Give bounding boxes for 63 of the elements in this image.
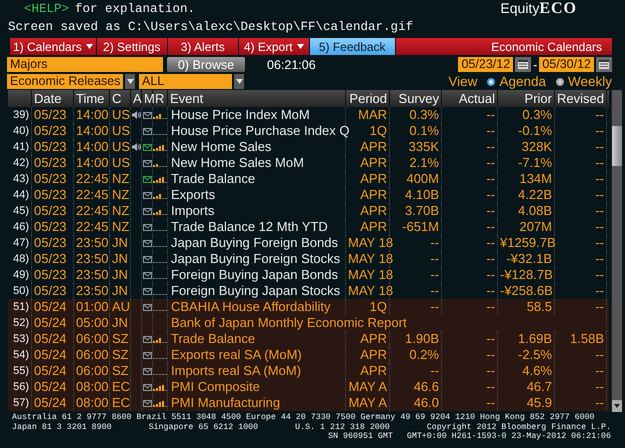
status-message: Screen saved as C:\Users\alexc\Desktop\FF\calendar.gif	[8, 20, 414, 34]
input-field[interactable]: Majors	[7, 57, 163, 72]
panel-title: Economic Calendars	[491, 40, 603, 54]
footer-text: SN 960951 GMT	[328, 432, 393, 442]
table-cell: --	[555, 395, 607, 411]
table-row[interactable]: 56) 05/24 08:00 EC PMI Composite MAY A 46.6 -- 46.7 --	[8, 379, 609, 395]
speaker-icon	[132, 111, 140, 119]
speaker-icon	[132, 143, 140, 151]
relevance-meter	[153, 114, 167, 119]
table-row[interactable]: 53) 05/24 06:00 SZ Trade Balance APR 1.90B -- 1.69B 1.58B	[8, 331, 609, 347]
feedback-button[interactable]: 5) Feedback	[310, 38, 395, 55]
table-cell: --	[442, 395, 498, 411]
scrollbar-thumb[interactable]	[612, 126, 622, 166]
table-cell: EC	[110, 395, 131, 411]
row-number: 57)	[8, 395, 32, 411]
product-name: ECO	[539, 0, 577, 18]
calendar-icon[interactable]	[515, 57, 532, 72]
calendar-icon[interactable]	[596, 57, 612, 72]
dropdown-field[interactable]: ALL	[139, 74, 232, 89]
date-separator: -	[533, 58, 538, 72]
clock-time: 06:21:06	[267, 58, 316, 72]
table-row[interactable]: 52) 05/24 05:00 JN Bank of Japan Monthly Economic Report	[8, 315, 609, 331]
relevance-meter	[153, 194, 167, 199]
table-row[interactable]: 55) 05/24 06:00 SZ Imports real SA (MoM) APR -- -- 4.6% --	[8, 363, 609, 379]
date-field[interactable]: 05/30/12	[539, 57, 594, 72]
menu-button[interactable]: 2) Settings	[96, 38, 167, 55]
event-name[interactable]: PMI Manufacturing	[168, 395, 346, 411]
table-row[interactable]: 54) 05/24 06:00 SZ Exports real SA (MoM) APR 0.2% -- -2.5% --	[8, 347, 609, 363]
footer-text: U.S. 1 212 318 2000	[295, 422, 390, 432]
relevance-meter	[153, 144, 167, 151]
view-label: View	[448, 74, 478, 89]
table-cell: MAY A	[346, 395, 390, 411]
relevance-meter	[153, 176, 167, 183]
footer-text: Copyright 2012 Bloomberg Finance L.P.	[426, 422, 611, 432]
menu-button[interactable]: 1) Calendars	[10, 38, 96, 55]
relevance-meter	[153, 400, 167, 407]
menu-button[interactable]: 3) Alerts	[168, 38, 238, 55]
browse-button[interactable]: 0) Browse	[167, 57, 245, 72]
relevance-meter	[153, 210, 167, 215]
table-cell: 08:00	[74, 395, 110, 411]
table-row[interactable]: 51) 05/24 01:00 AU CBAHIA House Affordability 1Q -- -- 58.5 --	[8, 299, 609, 315]
table-cell: 05/24	[32, 395, 74, 411]
scroll-down-button[interactable]	[612, 400, 622, 412]
product-prefix: Equity	[500, 0, 540, 16]
scrollbar[interactable]	[611, 90, 622, 412]
help-key[interactable]: <HELP>	[24, 2, 70, 16]
relevance-meter	[153, 384, 167, 391]
relevance-meter	[153, 338, 167, 343]
footer-text: GMT+0:00 H261-1593-0 23-May-2012 06:21:06	[406, 432, 611, 442]
menu-button[interactable]: 4) Export	[238, 38, 309, 55]
footer-text: Japan 81 3 3201 8900	[12, 422, 112, 432]
down-arrow-icon	[614, 404, 620, 408]
table-cell: 46.0	[390, 395, 442, 411]
radio-option[interactable]: Agenda	[487, 74, 546, 89]
footer-text: Australia 61 2 9777 8600 Brazil 5511 3048 4500 Europe 44 20 7330 7500 Germany 49 69 9204 1210 Hong Kong 852 2977 6000	[12, 413, 595, 422]
dropdown-field[interactable]: Economic Releases	[7, 74, 123, 89]
radio-option[interactable]: Weekly	[556, 74, 612, 89]
table-row[interactable]: 57) 05/24 08:00 EC PMI Manufacturing MAY A 46.0 -- 45.9 --	[8, 395, 609, 411]
table-cell: 45.9	[498, 395, 555, 411]
help-text: for explanation.	[75, 2, 196, 16]
date-field[interactable]: 05/23/12	[458, 57, 514, 72]
footer-text: Singapore 65 6212 1000	[148, 422, 258, 432]
relevance-meter	[153, 164, 167, 167]
